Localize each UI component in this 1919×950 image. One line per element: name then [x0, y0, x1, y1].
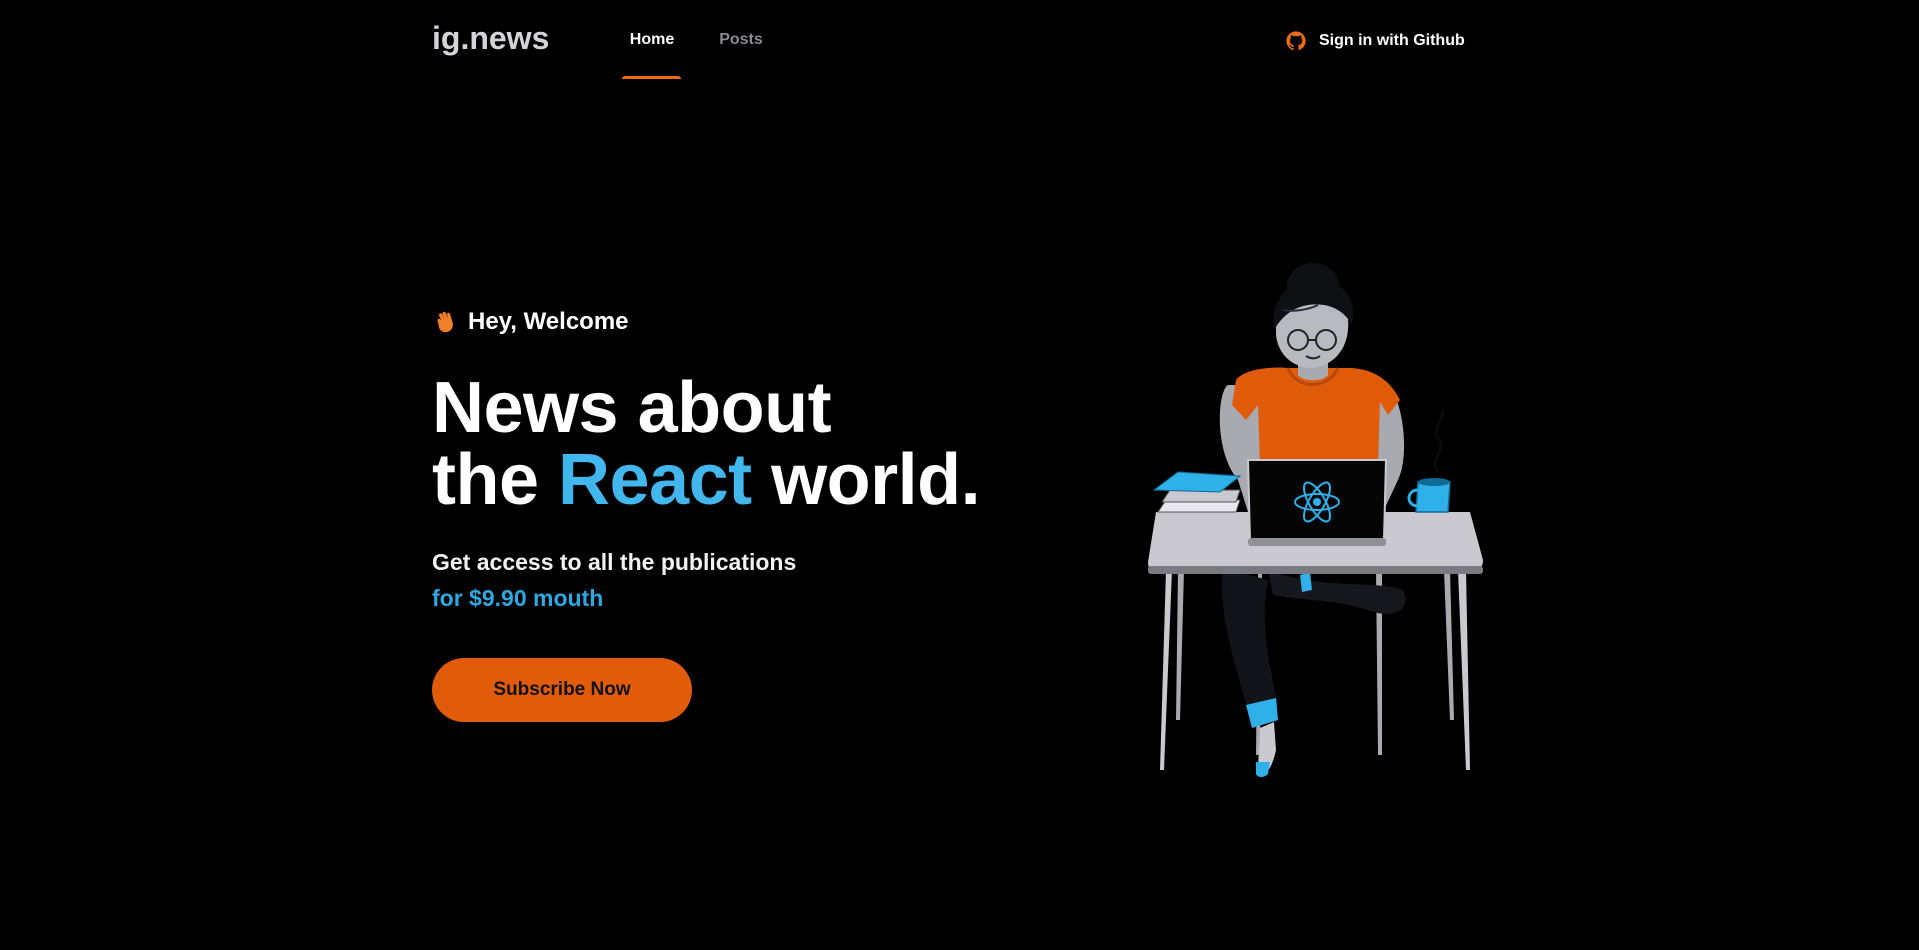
desk-leg — [1160, 570, 1172, 770]
shoe — [1256, 762, 1270, 777]
github-icon — [1286, 31, 1306, 51]
pants-upper — [1268, 570, 1406, 614]
price-text: for $9.90 mouth — [432, 585, 604, 611]
subtitle: Get access to all the publications — [432, 549, 797, 575]
desk-leg — [1458, 570, 1470, 770]
site-header: ig.news Home Posts Sign in with Github — [0, 0, 1919, 80]
desk-leg — [1176, 570, 1184, 720]
desk-leg — [1444, 570, 1454, 720]
laptop-base — [1248, 538, 1386, 546]
girl-coding-illustration — [1148, 263, 1483, 777]
welcome-text: Hey, Welcome — [468, 308, 629, 335]
subscribe-button[interactable]: Subscribe Now — [432, 658, 692, 722]
mug-top — [1418, 478, 1450, 486]
desk-edge — [1148, 566, 1483, 574]
welcome-line: Hey, Welcome — [432, 308, 629, 336]
book — [1152, 471, 1242, 493]
nav-active-indicator — [622, 76, 681, 79]
sign-in-github-button[interactable]: Sign in with Github — [1285, 25, 1465, 57]
mug — [1415, 481, 1451, 513]
headline-line1: News about — [432, 368, 832, 448]
waving-hand-icon — [437, 311, 453, 333]
sign-in-label: Sign in with Github — [1319, 32, 1465, 49]
steam — [1433, 409, 1445, 473]
headline: News about the React world. — [432, 372, 981, 516]
nav-posts[interactable]: Posts — [710, 0, 772, 80]
nav-home[interactable]: Home — [622, 0, 682, 80]
headline-the: the — [432, 440, 539, 520]
headline-world: world. — [771, 440, 981, 520]
logo[interactable]: ig.news — [432, 20, 549, 57]
headline-react: React — [558, 440, 752, 520]
sock-other — [1300, 572, 1312, 592]
pants — [1222, 568, 1278, 710]
